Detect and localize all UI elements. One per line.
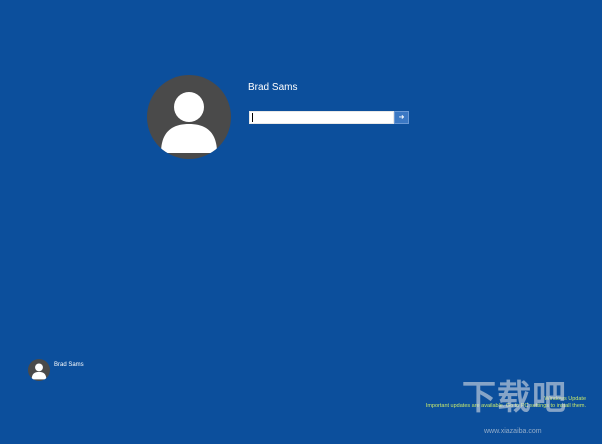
user-silhouette-icon (31, 363, 47, 380)
password-row: ➜ (249, 111, 409, 124)
user-list-item[interactable]: Brad Sams (28, 359, 84, 381)
user-avatar-small (28, 359, 50, 381)
text-caret (252, 113, 253, 122)
user-silhouette-icon (161, 92, 217, 153)
site-watermark: 下载吧 www.xiazaiba.com (462, 380, 598, 438)
watermark-logo: 下载吧 (462, 378, 567, 418)
user-avatar-large (147, 75, 231, 159)
submit-button[interactable]: ➜ (394, 111, 409, 124)
arrow-right-icon: ➜ (398, 114, 405, 121)
password-input[interactable] (249, 111, 394, 124)
watermark-url: www.xiazaiba.com (484, 428, 542, 435)
lock-screen-background: Brad Sams ➜ Brad Sams Windows Update Imp… (0, 0, 602, 444)
username-label: Brad Sams (248, 82, 298, 93)
user-list-item-label: Brad Sams (54, 362, 84, 368)
